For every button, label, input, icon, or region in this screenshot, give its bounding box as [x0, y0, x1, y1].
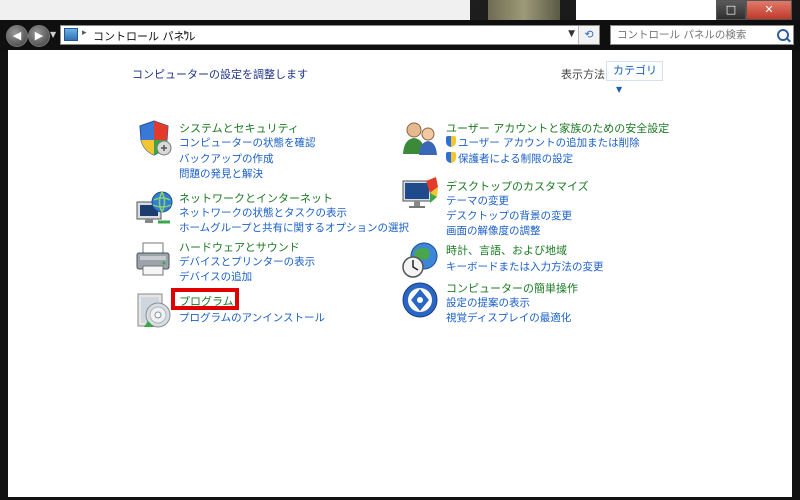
uac-shield-icon — [446, 136, 456, 147]
category-title[interactable]: システムとセキュリティ — [179, 120, 299, 136]
category-title[interactable]: デスクトップのカスタマイズ — [446, 178, 589, 194]
ease-of-access-icon[interactable] — [400, 280, 440, 320]
breadcrumb-chevron-icon[interactable]: ▸ — [184, 28, 189, 38]
link-find-fix-problems[interactable]: 問題の発見と解決 — [179, 166, 263, 181]
search-box[interactable] — [610, 25, 794, 45]
background-panel — [576, 0, 716, 22]
view-by-label: 表示方法: — [561, 68, 609, 81]
link-create-backup[interactable]: バックアップの作成 — [179, 151, 274, 166]
programs-disc-icon[interactable] — [134, 291, 174, 331]
link-network-status[interactable]: ネットワークの状態とタスクの表示 — [179, 205, 347, 220]
link-devices-printers[interactable]: デバイスとプリンターの表示 — [179, 254, 315, 269]
link-uninstall-program[interactable]: プログラムのアンインストール — [179, 310, 325, 325]
link-add-remove-users[interactable]: ユーザー アカウントの追加または削除 — [446, 135, 640, 150]
breadcrumb-chevron-icon[interactable]: ▸ — [82, 28, 87, 38]
printer-icon[interactable] — [134, 239, 174, 279]
link-change-background[interactable]: デスクトップの背景の変更 — [446, 208, 572, 223]
link-get-recommendations[interactable]: 設定の提案の表示 — [446, 295, 530, 310]
address-bar[interactable]: ▸ コントロール パネル ▸ ▼ ⟲ — [60, 25, 600, 45]
link-parental-controls[interactable]: 保護者による制限の設定 — [446, 151, 573, 166]
view-by-dropdown[interactable]: カテゴリ ▼ — [606, 61, 663, 94]
address-dropdown-icon[interactable]: ▼ — [568, 29, 575, 39]
category-title[interactable]: ネットワークとインターネット — [179, 190, 333, 206]
maximize-button[interactable]: □ — [716, 0, 746, 20]
window-controls: □ ✕ — [716, 0, 792, 20]
link-add-device[interactable]: デバイスの追加 — [179, 269, 252, 284]
control-panel-icon — [64, 28, 78, 41]
recent-pages-dropdown-icon[interactable]: ▼ — [50, 30, 56, 39]
network-globe-icon[interactable] — [134, 188, 174, 228]
background-thumbnail — [488, 0, 560, 22]
uac-shield-icon — [446, 152, 456, 163]
desktop-customize-icon[interactable] — [400, 173, 440, 213]
refresh-icon: ⟲ — [584, 28, 594, 41]
control-panel-window: □ ✕ ◀ ▶ ▼ ▸ コントロール パネル ▸ ▼ ⟲ コンピューターの設定を… — [0, 0, 800, 500]
breadcrumb-control-panel[interactable]: コントロール パネル — [93, 28, 196, 44]
shield-icon[interactable] — [134, 118, 174, 158]
link-change-theme[interactable]: テーマの変更 — [446, 193, 509, 208]
back-button[interactable]: ◀ — [6, 25, 28, 47]
link-check-computer-status[interactable]: コンピューターの状態を確認 — [179, 135, 316, 150]
category-title[interactable]: ユーザー アカウントと家族のための安全設定 — [446, 120, 669, 136]
clock-globe-icon[interactable] — [400, 240, 440, 280]
chevron-down-icon: ▼ — [616, 85, 623, 94]
category-title[interactable]: 時計、言語、および地域 — [446, 242, 567, 258]
search-input[interactable] — [611, 26, 777, 44]
category-title[interactable]: コンピューターの簡単操作 — [446, 280, 578, 296]
page-heading: コンピューターの設定を調整します — [132, 68, 308, 81]
refresh-button[interactable]: ⟲ — [578, 26, 599, 44]
user-accounts-icon[interactable] — [400, 118, 440, 158]
search-icon[interactable] — [777, 29, 789, 41]
highlight-box — [171, 288, 239, 310]
view-by-value: カテゴリ — [613, 64, 657, 77]
navigation-bar: ◀ ▶ ▼ ▸ コントロール パネル ▸ ▼ ⟲ — [0, 20, 800, 50]
close-button[interactable]: ✕ — [746, 0, 792, 20]
link-adjust-resolution[interactable]: 画面の解像度の調整 — [446, 223, 541, 238]
link-homegroup-sharing[interactable]: ホームグループと共有に関するオプションの選択 — [179, 220, 409, 235]
forward-button[interactable]: ▶ — [28, 25, 50, 47]
category-title[interactable]: ハードウェアとサウンド — [179, 239, 300, 255]
control-panel-content: コンピューターの設定を調整します 表示方法: カテゴリ ▼ システムとセキュリティ… — [8, 50, 792, 497]
link-change-keyboard[interactable]: キーボードまたは入力方法の変更 — [446, 259, 604, 274]
link-optimize-display[interactable]: 視覚ディスプレイの最適化 — [446, 310, 571, 325]
